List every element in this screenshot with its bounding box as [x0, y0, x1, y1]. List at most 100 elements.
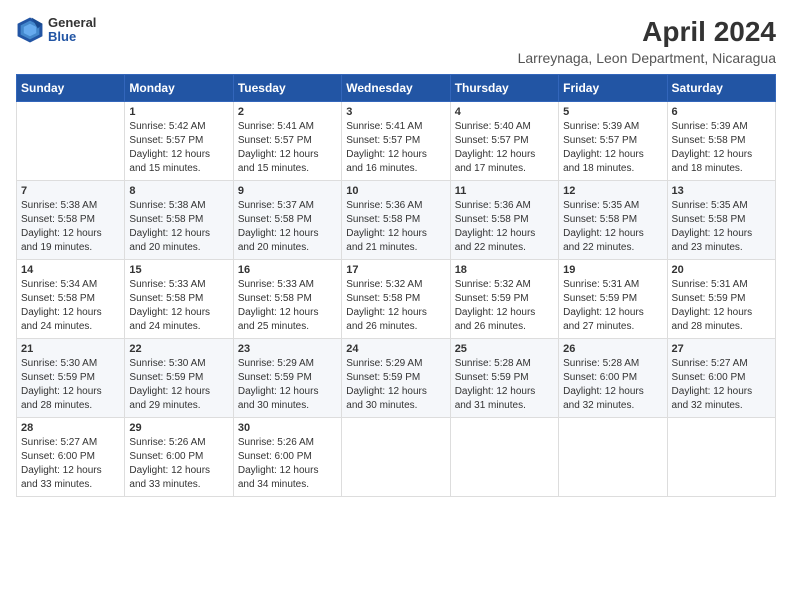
calendar-cell: 15 Sunrise: 5:33 AMSunset: 5:58 PMDaylig… [125, 260, 233, 339]
day-info: Sunrise: 5:29 AMSunset: 5:59 PMDaylight:… [238, 357, 337, 413]
calendar-week-5: 28 Sunrise: 5:27 AMSunset: 6:00 PMDaylig… [17, 418, 776, 497]
calendar-cell: 14 Sunrise: 5:34 AMSunset: 5:58 PMDaylig… [17, 260, 125, 339]
calendar-body: 1 Sunrise: 5:42 AMSunset: 5:57 PMDayligh… [17, 102, 776, 497]
logo-icon [16, 16, 44, 44]
calendar-cell [17, 102, 125, 181]
day-number: 7 [21, 185, 120, 197]
day-info: Sunrise: 5:38 AMSunset: 5:58 PMDaylight:… [21, 199, 120, 255]
calendar-cell: 2 Sunrise: 5:41 AMSunset: 5:57 PMDayligh… [233, 102, 341, 181]
calendar-cell: 20 Sunrise: 5:31 AMSunset: 5:59 PMDaylig… [667, 260, 775, 339]
day-info: Sunrise: 5:27 AMSunset: 6:00 PMDaylight:… [672, 357, 771, 413]
weekday-header-friday: Friday [559, 75, 667, 102]
day-info: Sunrise: 5:26 AMSunset: 6:00 PMDaylight:… [238, 436, 337, 492]
day-number: 9 [238, 185, 337, 197]
calendar-cell: 18 Sunrise: 5:32 AMSunset: 5:59 PMDaylig… [450, 260, 558, 339]
day-number: 11 [455, 185, 554, 197]
day-info: Sunrise: 5:35 AMSunset: 5:58 PMDaylight:… [563, 199, 662, 255]
calendar-cell: 3 Sunrise: 5:41 AMSunset: 5:57 PMDayligh… [342, 102, 450, 181]
day-info: Sunrise: 5:30 AMSunset: 5:59 PMDaylight:… [129, 357, 228, 413]
weekday-header-sunday: Sunday [17, 75, 125, 102]
day-number: 26 [563, 343, 662, 355]
day-number: 3 [346, 106, 445, 118]
day-number: 6 [672, 106, 771, 118]
day-number: 21 [21, 343, 120, 355]
calendar-cell: 9 Sunrise: 5:37 AMSunset: 5:58 PMDayligh… [233, 181, 341, 260]
logo-text: General Blue [48, 16, 96, 45]
calendar-cell: 8 Sunrise: 5:38 AMSunset: 5:58 PMDayligh… [125, 181, 233, 260]
calendar-cell [667, 418, 775, 497]
day-number: 1 [129, 106, 228, 118]
weekday-header-thursday: Thursday [450, 75, 558, 102]
day-number: 16 [238, 264, 337, 276]
day-number: 17 [346, 264, 445, 276]
day-number: 22 [129, 343, 228, 355]
weekday-header-saturday: Saturday [667, 75, 775, 102]
weekday-header-tuesday: Tuesday [233, 75, 341, 102]
day-number: 25 [455, 343, 554, 355]
day-info: Sunrise: 5:27 AMSunset: 6:00 PMDaylight:… [21, 436, 120, 492]
calendar-table: SundayMondayTuesdayWednesdayThursdayFrid… [16, 74, 776, 497]
day-number: 23 [238, 343, 337, 355]
day-info: Sunrise: 5:36 AMSunset: 5:58 PMDaylight:… [455, 199, 554, 255]
calendar-cell: 27 Sunrise: 5:27 AMSunset: 6:00 PMDaylig… [667, 339, 775, 418]
calendar-week-3: 14 Sunrise: 5:34 AMSunset: 5:58 PMDaylig… [17, 260, 776, 339]
calendar-cell: 13 Sunrise: 5:35 AMSunset: 5:58 PMDaylig… [667, 181, 775, 260]
calendar-cell: 1 Sunrise: 5:42 AMSunset: 5:57 PMDayligh… [125, 102, 233, 181]
day-info: Sunrise: 5:31 AMSunset: 5:59 PMDaylight:… [563, 278, 662, 334]
calendar-cell: 23 Sunrise: 5:29 AMSunset: 5:59 PMDaylig… [233, 339, 341, 418]
day-number: 18 [455, 264, 554, 276]
calendar-cell: 30 Sunrise: 5:26 AMSunset: 6:00 PMDaylig… [233, 418, 341, 497]
calendar-cell: 17 Sunrise: 5:32 AMSunset: 5:58 PMDaylig… [342, 260, 450, 339]
day-info: Sunrise: 5:28 AMSunset: 6:00 PMDaylight:… [563, 357, 662, 413]
day-info: Sunrise: 5:26 AMSunset: 6:00 PMDaylight:… [129, 436, 228, 492]
calendar-cell: 12 Sunrise: 5:35 AMSunset: 5:58 PMDaylig… [559, 181, 667, 260]
calendar-cell: 28 Sunrise: 5:27 AMSunset: 6:00 PMDaylig… [17, 418, 125, 497]
day-info: Sunrise: 5:34 AMSunset: 5:58 PMDaylight:… [21, 278, 120, 334]
day-number: 5 [563, 106, 662, 118]
day-info: Sunrise: 5:41 AMSunset: 5:57 PMDaylight:… [238, 120, 337, 176]
day-info: Sunrise: 5:41 AMSunset: 5:57 PMDaylight:… [346, 120, 445, 176]
day-number: 20 [672, 264, 771, 276]
calendar-cell [559, 418, 667, 497]
weekday-header-row: SundayMondayTuesdayWednesdayThursdayFrid… [17, 75, 776, 102]
calendar-cell: 21 Sunrise: 5:30 AMSunset: 5:59 PMDaylig… [17, 339, 125, 418]
day-number: 14 [21, 264, 120, 276]
logo-general-text: General [48, 16, 96, 30]
day-info: Sunrise: 5:39 AMSunset: 5:58 PMDaylight:… [672, 120, 771, 176]
calendar-header: SundayMondayTuesdayWednesdayThursdayFrid… [17, 75, 776, 102]
day-number: 30 [238, 422, 337, 434]
calendar-cell: 4 Sunrise: 5:40 AMSunset: 5:57 PMDayligh… [450, 102, 558, 181]
calendar-cell: 16 Sunrise: 5:33 AMSunset: 5:58 PMDaylig… [233, 260, 341, 339]
calendar-cell: 19 Sunrise: 5:31 AMSunset: 5:59 PMDaylig… [559, 260, 667, 339]
day-info: Sunrise: 5:33 AMSunset: 5:58 PMDaylight:… [238, 278, 337, 334]
calendar-cell: 7 Sunrise: 5:38 AMSunset: 5:58 PMDayligh… [17, 181, 125, 260]
day-info: Sunrise: 5:35 AMSunset: 5:58 PMDaylight:… [672, 199, 771, 255]
day-number: 13 [672, 185, 771, 197]
title-section: April 2024 Larreynaga, Leon Department, … [518, 16, 776, 66]
day-number: 29 [129, 422, 228, 434]
weekday-header-wednesday: Wednesday [342, 75, 450, 102]
day-info: Sunrise: 5:38 AMSunset: 5:58 PMDaylight:… [129, 199, 228, 255]
calendar-cell: 10 Sunrise: 5:36 AMSunset: 5:58 PMDaylig… [342, 181, 450, 260]
calendar-cell [342, 418, 450, 497]
day-info: Sunrise: 5:28 AMSunset: 5:59 PMDaylight:… [455, 357, 554, 413]
calendar-cell: 11 Sunrise: 5:36 AMSunset: 5:58 PMDaylig… [450, 181, 558, 260]
calendar-cell: 24 Sunrise: 5:29 AMSunset: 5:59 PMDaylig… [342, 339, 450, 418]
day-info: Sunrise: 5:40 AMSunset: 5:57 PMDaylight:… [455, 120, 554, 176]
calendar-cell: 26 Sunrise: 5:28 AMSunset: 6:00 PMDaylig… [559, 339, 667, 418]
day-number: 10 [346, 185, 445, 197]
calendar-cell: 22 Sunrise: 5:30 AMSunset: 5:59 PMDaylig… [125, 339, 233, 418]
calendar-cell: 6 Sunrise: 5:39 AMSunset: 5:58 PMDayligh… [667, 102, 775, 181]
day-number: 24 [346, 343, 445, 355]
day-info: Sunrise: 5:32 AMSunset: 5:58 PMDaylight:… [346, 278, 445, 334]
day-info: Sunrise: 5:39 AMSunset: 5:57 PMDaylight:… [563, 120, 662, 176]
logo: General Blue [16, 16, 96, 45]
day-info: Sunrise: 5:30 AMSunset: 5:59 PMDaylight:… [21, 357, 120, 413]
weekday-header-monday: Monday [125, 75, 233, 102]
day-number: 12 [563, 185, 662, 197]
day-number: 2 [238, 106, 337, 118]
month-title: April 2024 [518, 16, 776, 48]
location: Larreynaga, Leon Department, Nicaragua [518, 50, 776, 66]
day-info: Sunrise: 5:42 AMSunset: 5:57 PMDaylight:… [129, 120, 228, 176]
day-number: 28 [21, 422, 120, 434]
